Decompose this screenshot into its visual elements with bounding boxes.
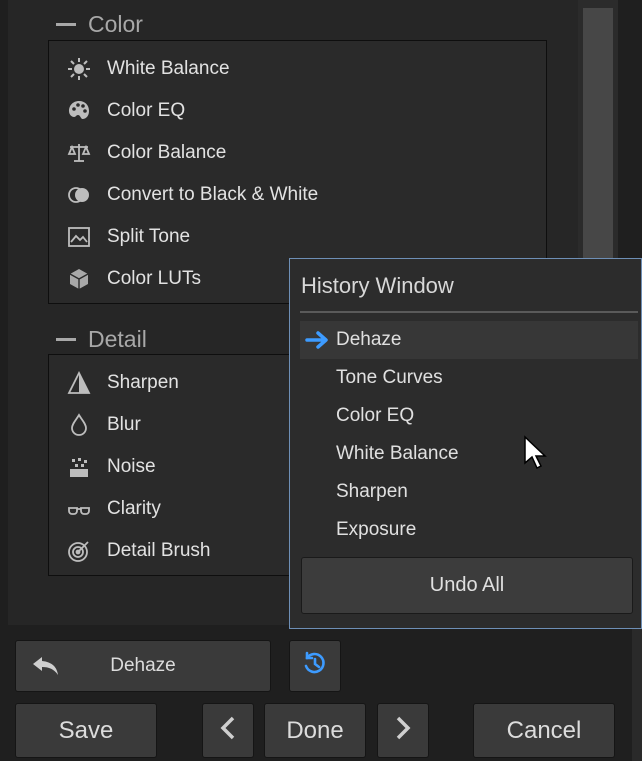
- history-divider: [300, 311, 638, 313]
- history-item-label: White Balance: [336, 443, 459, 464]
- palette-icon: [65, 97, 93, 125]
- tool-label: Convert to Black & White: [107, 184, 319, 205]
- scales-icon: [65, 139, 93, 167]
- history-restore-icon: [302, 651, 328, 682]
- history-item-label: Exposure: [336, 519, 417, 540]
- done-label: Done: [286, 716, 344, 744]
- tool-label: Blur: [107, 414, 141, 435]
- tool-label: Sharpen: [107, 372, 179, 393]
- mouse-cursor-icon: [524, 435, 547, 470]
- tool-color-luts[interactable]: Color LUTs: [65, 261, 201, 297]
- bw-circles-icon: [65, 181, 93, 209]
- history-item-label: Tone Curves: [336, 367, 443, 388]
- color-section-title: Color: [88, 10, 143, 37]
- history-item[interactable]: Exposure: [300, 511, 638, 549]
- collapse-icon: [56, 337, 76, 341]
- done-button[interactable]: Done: [264, 703, 366, 758]
- save-label: Save: [58, 716, 114, 744]
- tool-label: Color EQ: [107, 100, 186, 121]
- glasses-icon: [65, 495, 93, 523]
- undo-last-label: Dehaze: [110, 655, 176, 676]
- droplet-icon: [65, 411, 93, 439]
- history-title: History Window: [301, 273, 454, 298]
- tool-color-balance[interactable]: Color Balance: [65, 135, 226, 171]
- tool-label: Split Tone: [107, 226, 191, 247]
- tool-convert-bw[interactable]: Convert to Black & White: [65, 177, 318, 213]
- detail-section-title: Detail: [88, 325, 147, 352]
- tool-detail-brush[interactable]: Detail Brush: [65, 533, 211, 569]
- target-brush-icon: [65, 537, 93, 565]
- history-item-label: Dehaze: [336, 329, 402, 350]
- tool-split-tone[interactable]: Split Tone: [65, 219, 190, 255]
- chevron-left-icon: [219, 715, 237, 746]
- history-item-label: Color EQ: [336, 405, 415, 426]
- history-item[interactable]: Dehaze: [300, 321, 638, 359]
- undo-all-button[interactable]: Undo All: [301, 557, 633, 614]
- noise-icon: [65, 453, 93, 481]
- cube-icon: [65, 265, 93, 293]
- tool-white-balance[interactable]: White Balance: [65, 51, 230, 87]
- tool-label: Color Balance: [107, 142, 227, 163]
- history-item[interactable]: Color EQ: [300, 397, 638, 435]
- history-item-label: Sharpen: [336, 481, 408, 502]
- chevron-right-icon: [394, 715, 412, 746]
- save-button[interactable]: Save: [15, 703, 157, 758]
- sharpen-icon: [65, 369, 93, 397]
- history-toggle-button[interactable]: [289, 640, 341, 692]
- tool-label: Color LUTs: [107, 268, 201, 289]
- color-section-header[interactable]: Color: [56, 9, 143, 39]
- history-window: History Window Dehaze Tone Curves Color …: [289, 258, 642, 629]
- previous-button[interactable]: [202, 703, 254, 758]
- sun-icon: [65, 55, 93, 83]
- tool-label: Clarity: [107, 498, 161, 519]
- cancel-label: Cancel: [506, 716, 582, 744]
- tool-label: White Balance: [107, 58, 230, 79]
- tool-sharpen[interactable]: Sharpen: [65, 365, 179, 401]
- detail-section-header[interactable]: Detail: [56, 324, 147, 354]
- tool-noise[interactable]: Noise: [65, 449, 156, 485]
- undo-arrow-icon: [30, 654, 62, 684]
- tool-clarity[interactable]: Clarity: [65, 491, 161, 527]
- history-item[interactable]: White Balance: [300, 435, 638, 473]
- history-item[interactable]: Sharpen: [300, 473, 638, 511]
- tool-color-eq[interactable]: Color EQ: [65, 93, 185, 129]
- collapse-icon: [56, 22, 76, 26]
- tool-label: Noise: [107, 456, 156, 477]
- current-state-arrow-icon: [300, 330, 336, 350]
- undo-last-button[interactable]: Dehaze: [15, 640, 271, 692]
- split-tone-icon: [65, 223, 93, 251]
- cancel-button[interactable]: Cancel: [473, 703, 615, 758]
- history-item[interactable]: Tone Curves: [300, 359, 638, 397]
- background-edge: [632, 629, 642, 761]
- tool-label: Detail Brush: [107, 540, 211, 561]
- tool-blur[interactable]: Blur: [65, 407, 141, 443]
- next-button[interactable]: [377, 703, 429, 758]
